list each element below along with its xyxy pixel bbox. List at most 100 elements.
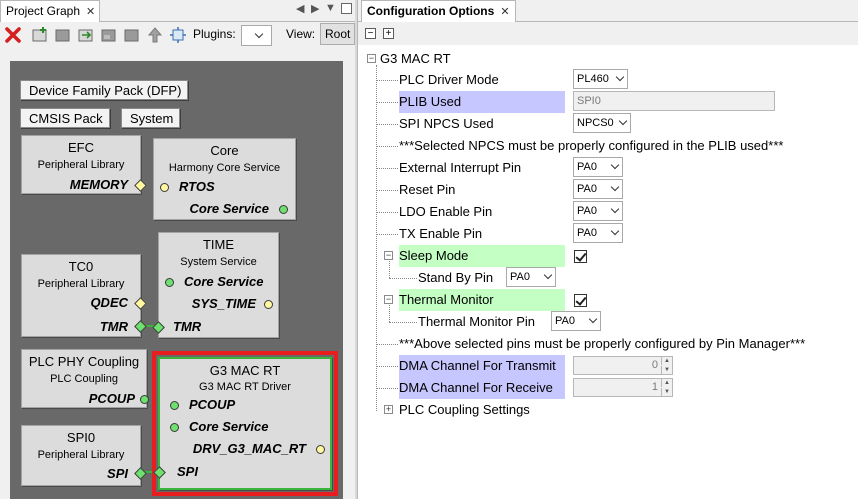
graph-canvas[interactable]: Device Family Pack (DFP) CMSIS Pack Syst… [10,61,343,499]
select-value: PL460 [577,73,609,85]
component-subtitle: Peripheral Library [37,278,125,290]
component-title: G3 MAC RT [209,363,281,378]
collapse-all-icon[interactable]: − [365,28,376,39]
tree-guide [376,65,377,411]
tx-enable-pin-label: TX Enable Pin [399,226,483,241]
pins-note: ***Above selected pins must be properly … [399,336,806,351]
collapse-icon[interactable]: − [384,295,393,304]
chevron-down-icon [610,204,620,214]
reset-pin-select[interactable]: PA0 [573,179,623,199]
port-connector-icon[interactable] [170,401,179,410]
port-spi: SPI [177,464,198,479]
plugins-label: Plugins: [193,27,236,41]
port-pcoup: PCOUP [189,397,236,412]
component-title: Core [210,143,239,158]
tab-label: Project Graph [6,4,81,18]
tab-project-graph[interactable]: Project Graph ✕ [0,0,101,22]
plc-driver-mode-select[interactable]: PL460 [573,69,628,89]
system-button[interactable]: System [121,108,181,128]
select-value: PA0 [510,271,530,283]
component-efc[interactable]: EFC Peripheral Library MEMORY [21,135,147,194]
component-time[interactable]: TIME System Service Core Service SYS_TIM… [152,232,279,338]
component-spi0[interactable]: SPI0 Peripheral Library SPI [21,425,147,486]
add-component-icon[interactable] [30,25,50,45]
sleep-mode-checkbox[interactable] [574,250,587,263]
cmsis-pack-button[interactable]: CMSIS Pack [20,108,110,128]
ldo-enable-pin-label: LDO Enable Pin [399,204,493,219]
close-icon[interactable]: ✕ [500,6,509,18]
port-tmr: TMR [173,319,202,334]
port-connector-icon[interactable] [165,278,174,287]
component-subtitle: G3 MAC RT Driver [199,381,291,393]
port-connector-icon[interactable] [264,300,273,309]
dfp-button[interactable]: Device Family Pack (DFP) [20,80,189,100]
thermal-monitor-checkbox[interactable] [574,294,587,307]
port-connector-icon[interactable] [170,423,179,432]
tab-configuration-options[interactable]: Configuration Options ✕ [361,0,516,22]
port-core-service: Core Service [184,274,264,289]
project-graph-panel: Project Graph ✕ ◀ ▶ ▼ Plugins: View: Roo… [0,0,357,499]
port-connector-icon[interactable] [160,183,169,192]
port-qdec: QDEC [90,295,128,310]
stand-by-pin-select[interactable]: PA0 [506,267,556,287]
select-value: PA0 [577,205,597,217]
nav-right-icon[interactable]: ▶ [311,2,319,15]
chevron-down-icon [254,29,264,39]
port-connector-icon[interactable] [316,445,325,454]
delete-icon[interactable] [3,25,23,45]
spinner-value: 0 [651,359,658,371]
port-connector-icon[interactable] [153,466,166,479]
export-icon[interactable] [76,25,96,45]
npcs-note: ***Selected NPCS must be properly config… [399,138,784,153]
dma-tx-spinner: 0 ▲ ▼ [573,356,673,375]
spinner-value: 1 [651,381,658,393]
close-icon[interactable]: ✕ [86,6,95,18]
collapse-icon[interactable]: − [367,54,376,63]
nav-left-icon[interactable]: ◀ [296,2,304,15]
component-g3-mac-rt[interactable]: G3 MAC RT G3 MAC RT Driver PCOUP Core Se… [153,357,332,490]
chevron-down-icon [543,270,553,280]
auto-arrange-icon[interactable] [168,25,188,45]
group-icon[interactable] [99,25,119,45]
component-icon[interactable] [53,25,73,45]
component-title: EFC [68,140,94,155]
port-core-service: Core Service [189,419,269,434]
move-up-icon[interactable] [145,25,165,45]
collapse-icon[interactable]: − [384,251,393,260]
menu-icon[interactable]: ▼ [325,2,336,14]
project-graph-tabstrip: Project Graph ✕ ◀ ▶ ▼ [0,0,355,22]
ext-int-pin-select[interactable]: PA0 [573,157,623,177]
port-connector-icon[interactable] [279,205,288,214]
select-value: PA0 [577,161,597,173]
maximize-icon[interactable] [341,3,352,14]
tree-branch [376,212,398,213]
tree-branch [376,234,398,235]
port-connector-icon[interactable] [140,395,149,404]
dma-rx-spinner: 1 ▲ ▼ [573,378,673,397]
component-core[interactable]: Core Harmony Core Service RTOS Core Serv… [153,138,296,220]
plc-driver-mode-label: PLC Driver Mode [399,72,499,87]
tree-branch [376,124,398,125]
ungroup-icon[interactable] [122,25,142,45]
plc-coupling-settings-label: PLC Coupling Settings [399,402,530,417]
ldo-enable-pin-select[interactable]: PA0 [573,201,623,221]
port-sys-time: SYS_TIME [191,296,256,311]
spi-npcs-used-select[interactable]: NPCS0 [573,113,631,133]
component-subtitle: PLC Coupling [50,373,118,385]
port-memory: MEMORY [69,177,128,192]
config-tabstrip: Configuration Options ✕ [358,0,858,22]
expand-all-icon[interactable]: + [383,28,394,39]
component-tc0[interactable]: TC0 Peripheral Library QDEC TMR [21,254,147,337]
tree-branch [376,168,398,169]
plugins-dropdown[interactable] [241,25,272,46]
component-subtitle: System Service [180,256,257,268]
component-plc-phy-coupling[interactable]: PLC PHY Coupling PLC Coupling PCOUP [21,349,149,408]
chevron-down-icon [618,116,628,126]
view-root-button[interactable]: Root [320,23,356,45]
port-core-service: Core Service [189,201,270,216]
select-value: PA0 [577,227,597,239]
tx-enable-pin-select[interactable]: PA0 [573,223,623,243]
expand-icon[interactable]: + [384,405,393,414]
thermal-monitor-pin-select[interactable]: PA0 [551,311,601,331]
sleep-mode-label: Sleep Mode [399,245,565,267]
